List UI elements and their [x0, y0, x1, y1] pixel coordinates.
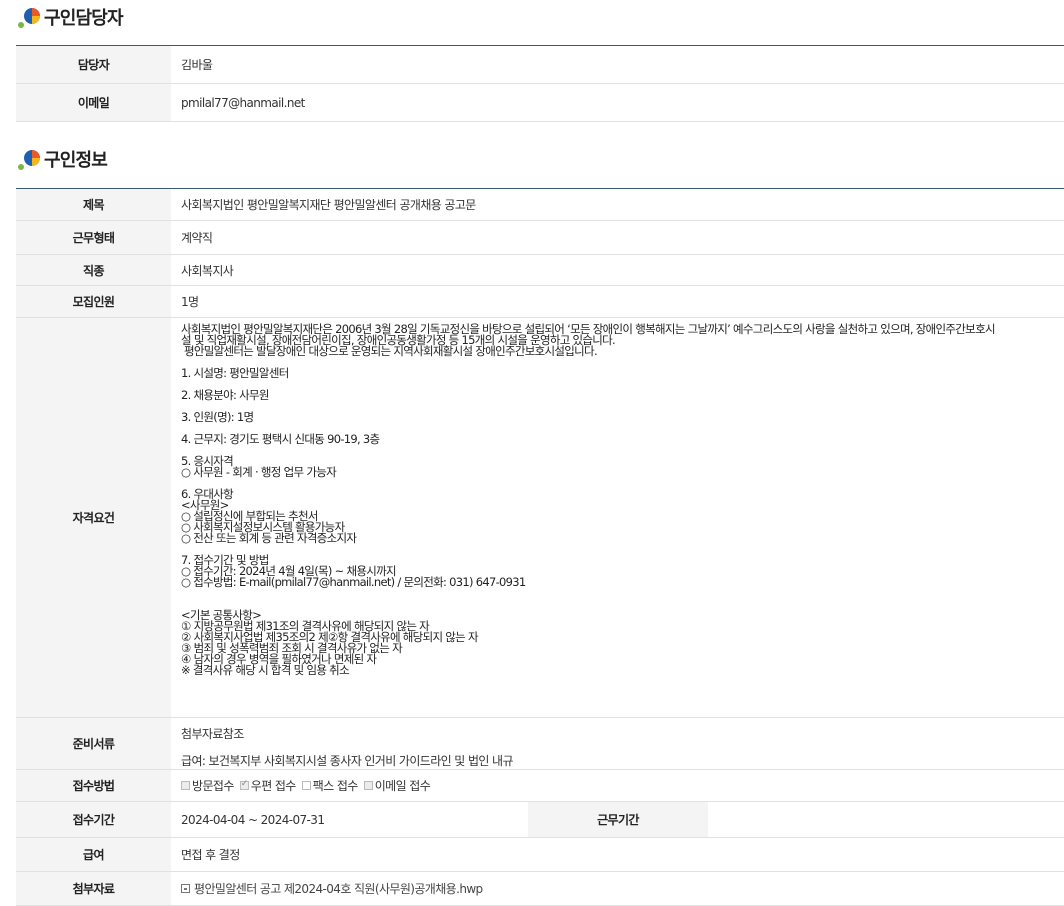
checkbox-icon	[301, 781, 311, 790]
section-title-text: 구인담당자	[44, 8, 124, 29]
table-row: 제목 사회복지법인 평안밀알복지재단 평안밀알센터 공개채용 공고문	[16, 189, 1064, 221]
section-title-text: 구인정보	[44, 150, 108, 171]
apply-method-cell: 방문접수 우편 접수 팩스 접수 이메일 접수	[171, 770, 1064, 801]
job-section-title: 구인정보	[16, 145, 108, 173]
manager-name: 김바울	[181, 58, 213, 72]
contact-table: 담당자 김바울 이메일 pmilal77@hanmail.net	[16, 45, 1064, 122]
attachment-cell: 평안밀알센터 공고 제2024-04호 직원(사무원)공개채용.hwp	[171, 872, 1064, 905]
checkbox-checked-icon	[239, 779, 249, 790]
documents-line: 급여: 보건복지부 사회복지시설 종사자 인거비 가이드라인 및 법인 내규	[181, 754, 514, 768]
row-label: 자격요건	[16, 318, 171, 717]
section-logo-icon	[16, 145, 44, 173]
row-label: 직종	[16, 255, 171, 285]
work-period-value	[708, 802, 1064, 837]
row-label: 제목	[16, 189, 171, 220]
job-table: 제목 사회복지법인 평안밀알복지재단 평안밀알센터 공개채용 공고문 근무형태 …	[16, 188, 1064, 906]
apply-period-value: 2024-04-04 ~ 2024-07-31	[181, 812, 325, 827]
salary-value: 면접 후 결정	[181, 848, 240, 862]
row-label: 준비서류	[16, 718, 171, 769]
checkbox-icon	[363, 781, 373, 790]
apply-option-visit: 방문접수	[181, 777, 234, 794]
checkbox-icon	[181, 781, 190, 790]
documents-line: 첨부자료참조	[181, 727, 244, 741]
row-label: 첨부자료	[16, 872, 171, 905]
apply-option-fax: 팩스 접수	[301, 777, 358, 794]
row-label: 접수방법	[16, 770, 171, 801]
table-row: 접수방법 방문접수 우편 접수 팩스 접수 이메일 접수	[16, 770, 1064, 802]
row-label: 접수기간	[16, 802, 171, 837]
table-row: 담당자 김바울	[16, 46, 1064, 84]
table-row: 접수기간 2024-04-04 ~ 2024-07-31 근무기간	[16, 802, 1064, 838]
row-label: 근무형태	[16, 221, 171, 254]
row-label: 근무기간	[528, 802, 708, 837]
qualifications-cell: 사회복지법인 평안밀알복지재단은 2006년 3월 28일 기독교정신을 바탕으…	[171, 318, 1064, 717]
documents-cell: 첨부자료참조 급여: 보건복지부 사회복지시설 종사자 인거비 가이드라인 및 …	[171, 718, 1064, 769]
job-title-value: 사회복지법인 평안밀알복지재단 평안밀알센터 공개채용 공고문	[181, 198, 476, 212]
occupation-value: 사회복지사	[181, 263, 234, 278]
file-icon	[181, 884, 190, 893]
contact-section-title: 구인담당자	[16, 3, 124, 31]
qualifications-text: 사회복지법인 평안밀알복지재단은 2006년 3월 28일 기독교정신을 바탕으…	[181, 322, 996, 677]
headcount-value: 1명	[181, 295, 199, 309]
table-row: 모집인원 1명	[16, 286, 1064, 318]
table-row: 이메일 pmilal77@hanmail.net	[16, 84, 1064, 122]
table-row: 근무형태 계약직	[16, 221, 1064, 255]
table-row: 첨부자료 평안밀알센터 공고 제2024-04호 직원(사무원)공개채용.hwp	[16, 872, 1064, 906]
row-label: 급여	[16, 838, 171, 871]
table-row: 직종 사회복지사	[16, 255, 1064, 286]
apply-option-email: 이메일 접수	[363, 777, 431, 794]
row-label: 이메일	[16, 84, 171, 121]
attachment-link[interactable]: 평안밀알센터 공고 제2024-04호 직원(사무원)공개채용.hwp	[194, 880, 483, 897]
table-row: 급여 면접 후 결정	[16, 838, 1064, 872]
work-type-value: 계약직	[181, 231, 213, 245]
section-logo-icon	[16, 3, 44, 31]
row-label: 모집인원	[16, 286, 171, 317]
table-row: 준비서류 첨부자료참조 급여: 보건복지부 사회복지시설 종사자 인거비 가이드…	[16, 718, 1064, 770]
table-row: 자격요건 사회복지법인 평안밀알복지재단은 2006년 3월 28일 기독교정신…	[16, 318, 1064, 718]
apply-option-mail: 우편 접수	[239, 777, 296, 794]
email-value: pmilal77@hanmail.net	[181, 95, 305, 110]
row-label: 담당자	[16, 46, 171, 83]
